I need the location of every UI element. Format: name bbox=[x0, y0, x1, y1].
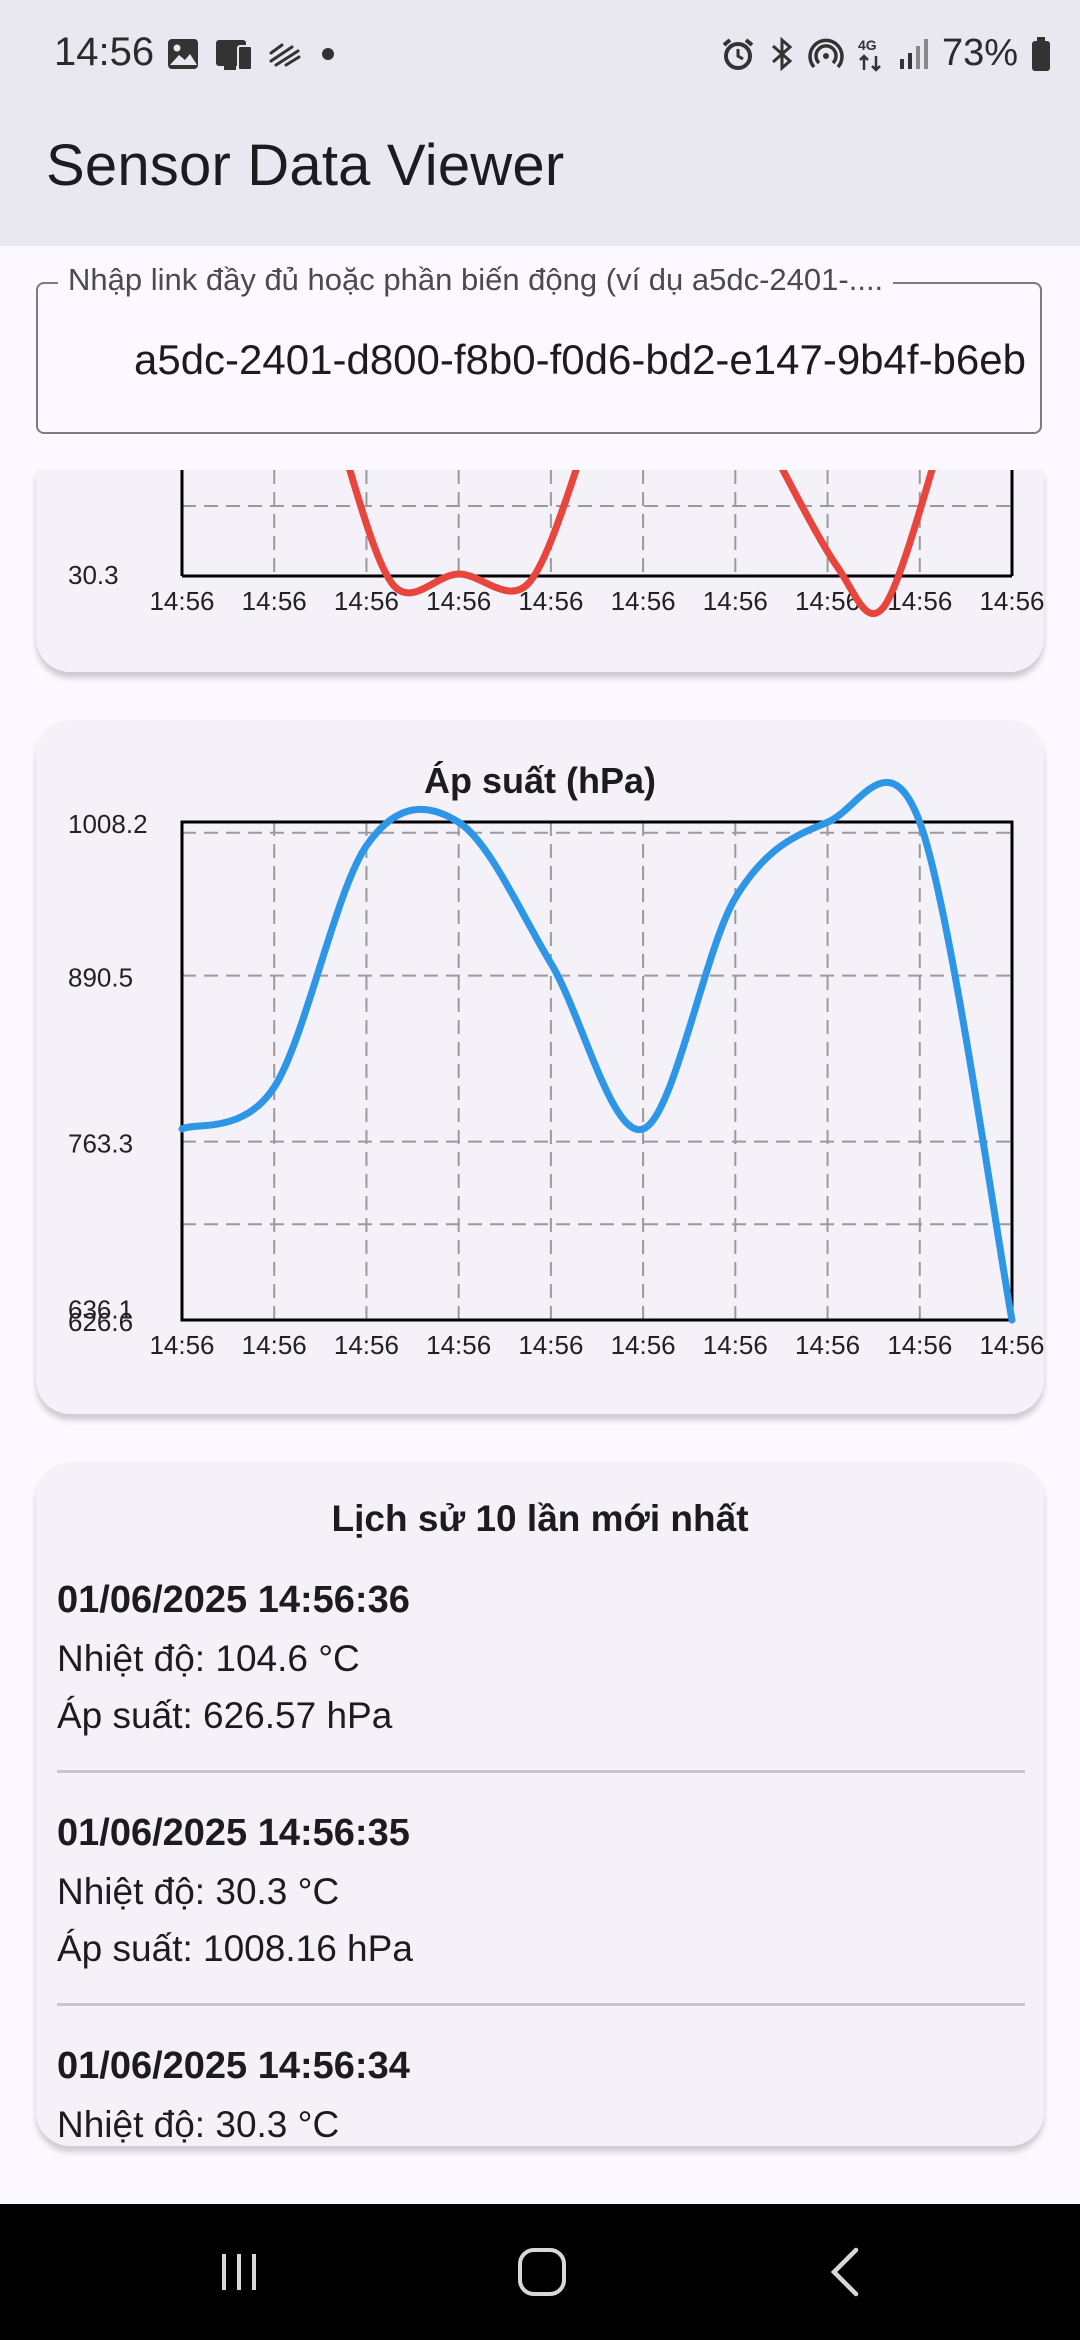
x-tick-label: 14:56 bbox=[149, 1330, 214, 1360]
link-input-field[interactable]: Nhập link đầy đủ hoặc phần biến động (ví… bbox=[36, 262, 1042, 434]
stripes-icon bbox=[269, 43, 301, 67]
history-title: Lịch sử 10 lần mới nhất bbox=[331, 1498, 749, 1539]
pressure-series-line bbox=[178, 779, 1016, 1324]
gallery-icon bbox=[168, 39, 198, 69]
svg-text:4G: 4G bbox=[858, 37, 877, 53]
history-time: 01/06/2025 14:56:35 bbox=[57, 1812, 410, 1854]
x-tick-label: 14:56 bbox=[979, 1330, 1044, 1360]
x-tick-label: 14:56 bbox=[149, 586, 214, 616]
history-time: 01/06/2025 14:56:34 bbox=[57, 2045, 410, 2087]
x-tick-label: 14:56 bbox=[334, 1330, 399, 1360]
signal-icon bbox=[899, 38, 928, 69]
x-tick-label: 14:56 bbox=[979, 586, 1044, 616]
history-list: 01/06/2025 14:56:36 Nhiệt độ: 104.6 °C Á… bbox=[57, 1570, 1025, 2146]
x-tick-label: 14:56 bbox=[703, 586, 768, 616]
x-tick-label: 14:56 bbox=[795, 1330, 860, 1360]
back-icon[interactable] bbox=[826, 2246, 866, 2298]
y-tick-label: 30.3 bbox=[68, 560, 119, 590]
sim-notification-icon bbox=[216, 40, 253, 71]
status-right-icons: 4G 73% bbox=[720, 32, 1052, 75]
list-item: 01/06/2025 14:56:35 Nhiệt độ: 30.3 °C Áp… bbox=[57, 1803, 1025, 2006]
x-tick-label: 14:56 bbox=[426, 1330, 491, 1360]
x-tick-label: 14:56 bbox=[887, 586, 952, 616]
x-tick-label: 14:56 bbox=[703, 1330, 768, 1360]
pressure-chart: 1008.2890.5763.3636.1626.614:56 14:56 14:5… bbox=[68, 779, 1044, 1360]
x-tick-label: 14:56 bbox=[611, 586, 676, 616]
history-pressure: Áp suất: 1008.16 hPa bbox=[57, 1928, 413, 1969]
x-tick-label: 14:56 bbox=[426, 586, 491, 616]
temperature-chart: 30.3 14:56 14:56 14:56 14:56 14:56 14:56 14:56 1… bbox=[68, 470, 1044, 617]
system-nav-bar bbox=[0, 2204, 1080, 2340]
top-app-bar: 14:56 4G 73% Sensor Data Viewer bbox=[0, 0, 1080, 246]
x-tick-label: 14:56 bbox=[518, 1330, 583, 1360]
x-tick-label: 14:56 bbox=[518, 586, 583, 616]
x-tick-label: 14:56 bbox=[887, 1330, 952, 1360]
y-tick-label: 890.5 bbox=[68, 963, 133, 993]
y-tick-label: 763.3 bbox=[68, 1129, 133, 1159]
history-pressure: Áp suất: 626.57 hPa bbox=[57, 1695, 393, 1736]
temperature-series-line bbox=[346, 470, 580, 597]
list-item: 01/06/2025 14:56:34 Nhiệt độ: 30.3 °C bbox=[57, 2036, 1025, 2146]
history-card: Lịch sử 10 lần mới nhất 01/06/2025 14:56… bbox=[36, 1462, 1044, 2146]
pressure-chart-card: Áp suất (hPa) 1008.2 890.5 763.3 636.1 626.6… bbox=[36, 720, 1044, 1414]
x-tick-label: 14:56 bbox=[242, 1330, 307, 1360]
temperature-chart-card: 30.3 14:56 14:56 14:56 14:56 14:56 14:56 14:56 1… bbox=[36, 470, 1044, 672]
recent-apps-icon[interactable] bbox=[214, 2248, 264, 2296]
alarm-icon bbox=[722, 37, 754, 70]
y-tick-label: 1008.2 bbox=[68, 809, 148, 839]
dot-icon bbox=[322, 48, 334, 60]
battery-percent: 73% bbox=[941, 32, 1018, 74]
battery-icon bbox=[1032, 36, 1050, 71]
list-item: 01/06/2025 14:56:36 Nhiệt độ: 104.6 °C Á… bbox=[57, 1570, 1025, 1773]
y-tick-label: 626.6 bbox=[68, 1307, 133, 1337]
app-title: Sensor Data Viewer bbox=[46, 133, 565, 198]
x-tick-label: 14:56 bbox=[611, 1330, 676, 1360]
history-time: 01/06/2025 14:56:36 bbox=[57, 1579, 410, 1621]
link-input-value[interactable]: a5dc-2401-d800-f8b0-f0d6-bd2-e147-9b4f-b… bbox=[66, 336, 1026, 396]
x-tick-label: 14:56 bbox=[242, 586, 307, 616]
history-temp: Nhiệt độ: 30.3 °C bbox=[57, 1871, 340, 1912]
history-temp: Nhiệt độ: 104.6 °C bbox=[57, 1638, 360, 1679]
status-time: 14:56 bbox=[54, 30, 155, 74]
4g-icon: 4G bbox=[858, 37, 881, 72]
hotspot-icon bbox=[808, 38, 844, 68]
link-input-label: Nhập link đầy đủ hoặc phần biến động (ví… bbox=[58, 262, 894, 298]
status-left-icons bbox=[166, 36, 340, 72]
x-tick-label: 14:56 bbox=[334, 586, 399, 616]
bluetooth-icon bbox=[771, 36, 793, 71]
home-icon[interactable] bbox=[516, 2246, 568, 2298]
history-temp: Nhiệt độ: 30.3 °C bbox=[57, 2104, 340, 2145]
